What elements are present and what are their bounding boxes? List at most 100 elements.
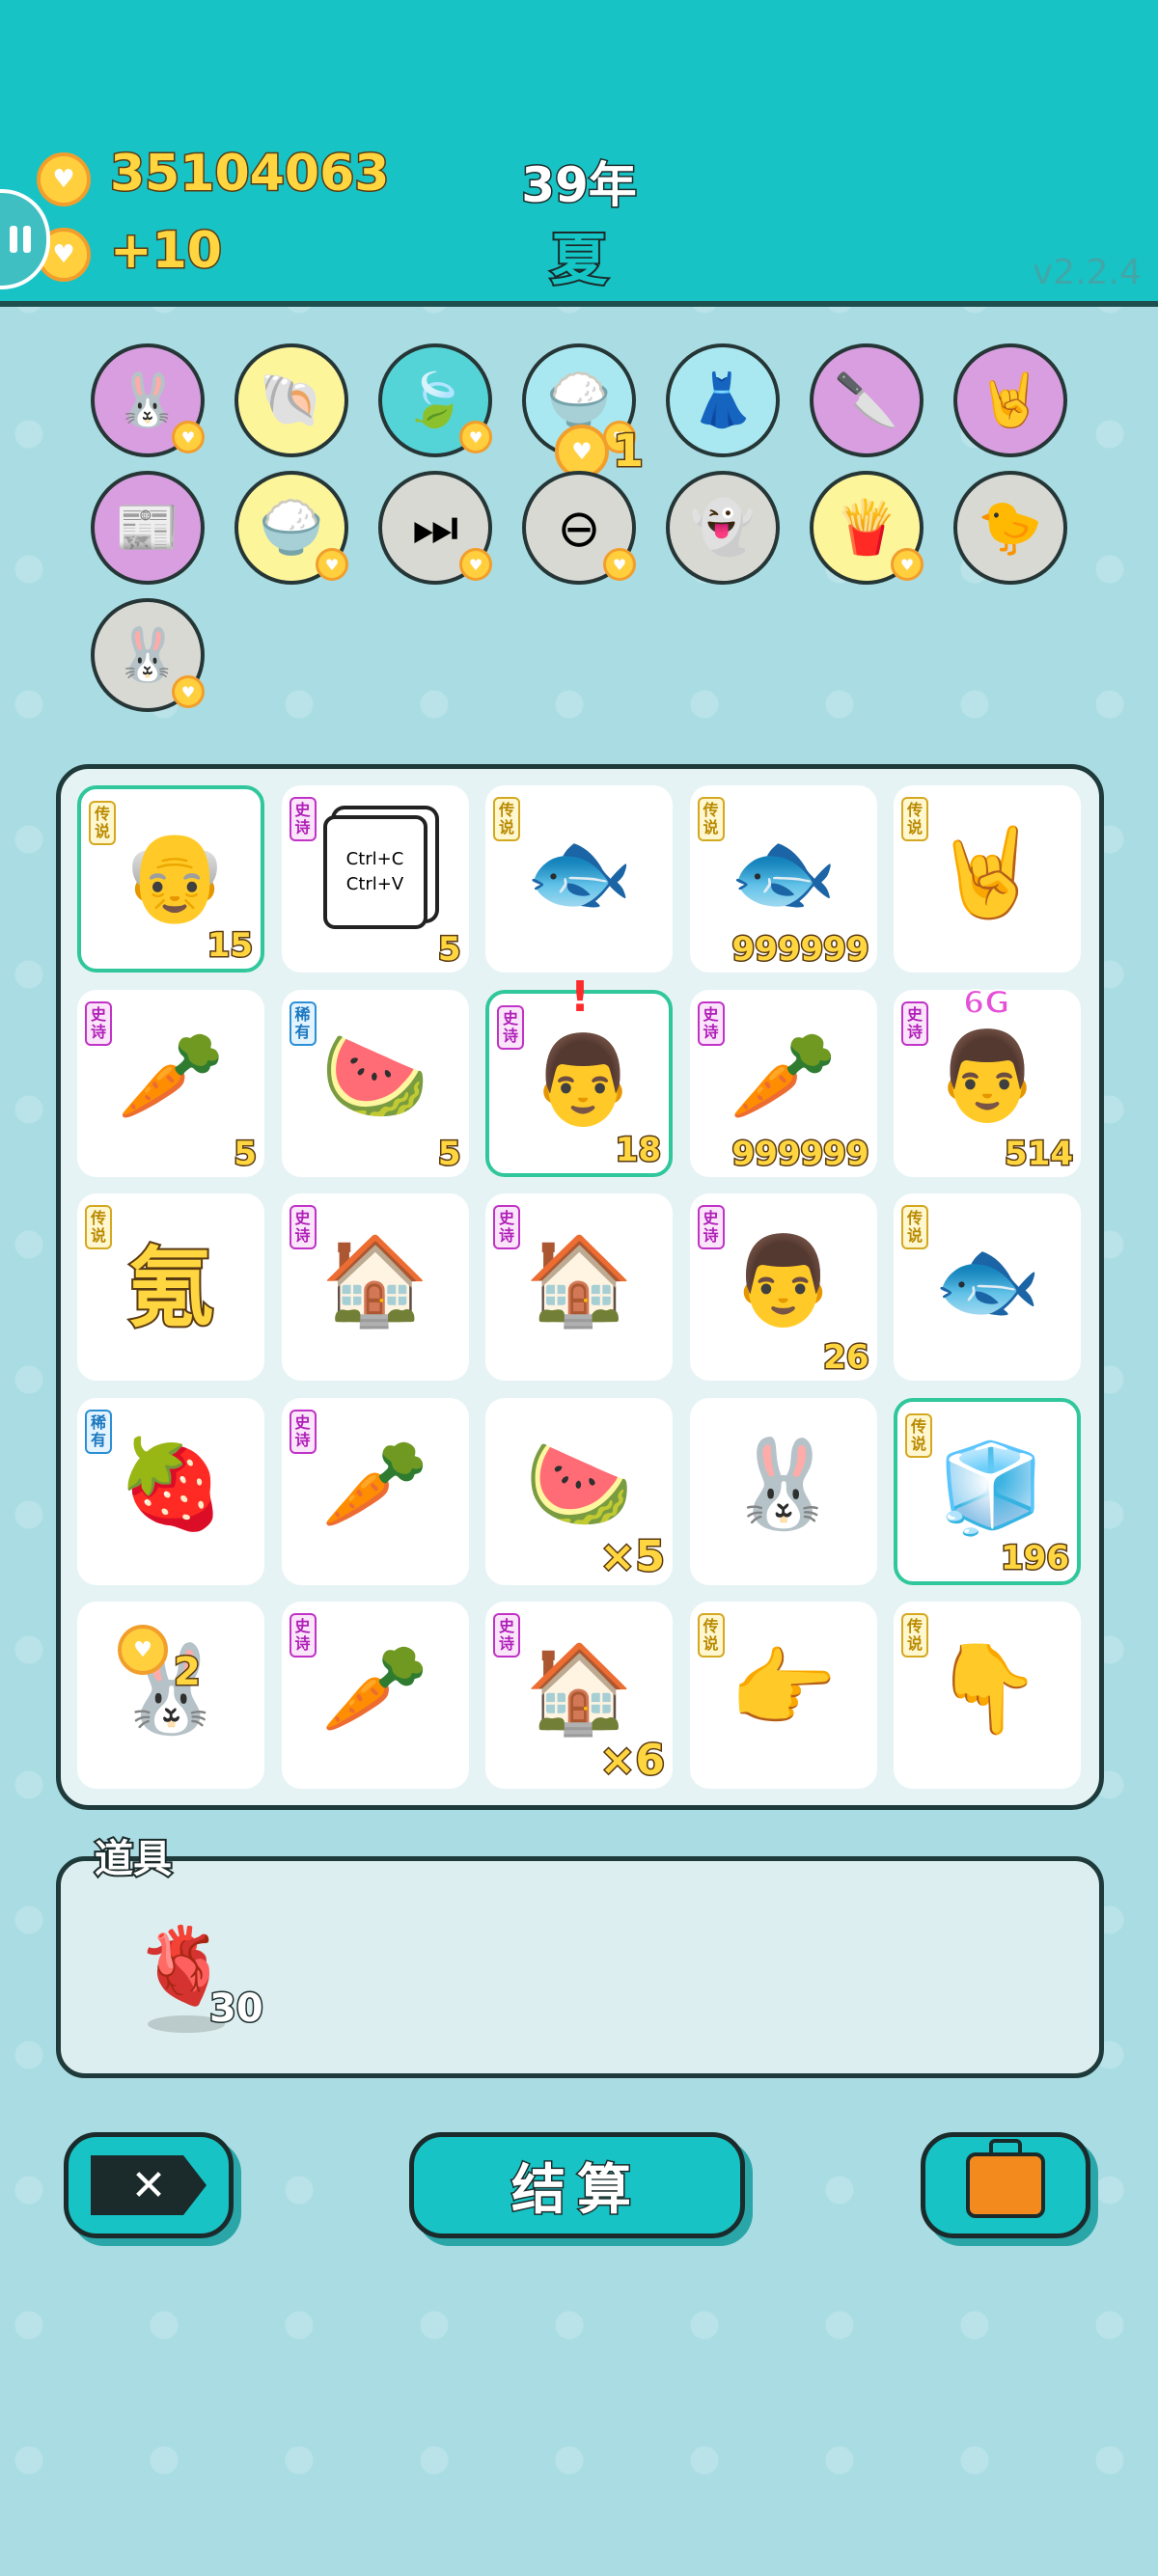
item-count: 30 (208, 1986, 265, 2033)
cell-count: 5 (233, 1133, 259, 1174)
leaf-icon[interactable]: 🍃 ♥ (378, 343, 492, 457)
settle-button[interactable]: 结算 (409, 2132, 745, 2238)
board-cell[interactable]: 👉 传说 (689, 1602, 877, 1789)
rarity-tag: 史诗 (85, 1000, 112, 1046)
briefcase-icon (966, 2139, 1045, 2218)
ghost-icon[interactable]: 👻 (666, 471, 780, 585)
minus-icon[interactable]: ⊖ ♥ (522, 471, 636, 585)
heart-badge-icon: ♥ (459, 421, 492, 453)
rarity-tag: 传说 (901, 1205, 928, 1249)
settle-label: 结算 (510, 2157, 643, 2223)
cell-count: 999999 (731, 929, 870, 971)
cell-count: 196 (1000, 1537, 1071, 1578)
board-cell[interactable]: 🐟 传说 999999 (689, 785, 877, 973)
cell-count: 5 (436, 1133, 462, 1174)
rarity-tag: 传说 (493, 797, 520, 841)
time-magazine-icon[interactable]: 📰 (91, 471, 205, 585)
board-cell[interactable]: 🐰 ♥ 2 (77, 1602, 264, 1789)
rarity-tag: 传说 (901, 1613, 928, 1658)
version-label: v2.2.4 (1033, 253, 1142, 292)
items-panel: 🫀 30 (56, 1856, 1104, 2078)
relic-glyph: 🔪 (834, 370, 899, 430)
relic-glyph: 🐰 (115, 370, 180, 430)
relic-glyph: 🍚 (546, 370, 612, 430)
board-cell[interactable]: 🧊 传说 196 (894, 1397, 1081, 1585)
fries-icon[interactable]: 🍟 ♥ (810, 471, 924, 585)
rarity-tag: 史诗 (493, 1613, 520, 1658)
cell-count: 514 (1004, 1133, 1075, 1174)
rarity-tag: 史诗 (289, 1613, 317, 1658)
year-label: 39年 (520, 156, 639, 215)
board-cell[interactable]: 氪传说 (77, 1193, 264, 1381)
board-cell[interactable]: 👨 史诗 26 (689, 1193, 877, 1381)
cell-count: 5 (436, 929, 462, 971)
rarity-tag: 传说 (905, 1412, 932, 1458)
top-label: 6G (962, 983, 1011, 1022)
board-cell[interactable]: 👴 传说 15 (77, 785, 264, 973)
board-cell[interactable]: 🍉 稀有 5 (281, 989, 469, 1177)
rice-bowl-icon[interactable]: 🍚 ♥ ♥ 1 (522, 343, 646, 479)
cell-count: 18 (614, 1129, 662, 1170)
board-cell[interactable]: 🍉 ×5 (485, 1397, 673, 1585)
coin-total: 35104063 (108, 144, 390, 205)
rarity-tag: 传说 (85, 1205, 112, 1249)
board-cell[interactable]: 🐟 传说 (894, 1193, 1081, 1381)
cell-count: 26 (822, 1337, 870, 1379)
board-cell[interactable]: 🥕 史诗 (281, 1397, 469, 1585)
cell-count: 15 (206, 925, 254, 967)
rarity-tag: 传说 (697, 1613, 725, 1658)
remove-button[interactable]: ✕ (64, 2132, 234, 2238)
board-cell[interactable]: 🥕 史诗 5 (77, 989, 264, 1177)
board-cell[interactable]: 🐟 传说 (485, 785, 673, 973)
shell-icon[interactable]: 🐚 (234, 343, 348, 457)
backpack-button[interactable] (921, 2132, 1090, 2238)
relic-glyph: ⊖ (557, 497, 601, 559)
rabbit-icon: 🐰 (729, 1434, 838, 1535)
relic-glyph: 🍟 (834, 497, 899, 558)
cell-count: ×6 (598, 1735, 667, 1787)
heart-badge-icon: ♥ (603, 548, 636, 581)
rice-bowl-icon[interactable]: 🍚 ♥ (234, 471, 348, 585)
board-cell[interactable]: 🤘 传说 (894, 785, 1081, 973)
cell-count: 999999 (731, 1133, 870, 1174)
rarity-tag: 史诗 (289, 1409, 317, 1454)
board-cell[interactable]: 🥕 史诗 (281, 1602, 469, 1789)
relic-glyph: 📰 (115, 497, 180, 558)
rarity-tag: 传说 (697, 797, 725, 841)
pause-button[interactable] (0, 189, 50, 289)
relic-glyph: 👻 (690, 497, 756, 558)
relic-glyph: ⏭ (411, 497, 459, 558)
skirt-icon[interactable]: 👗 (666, 343, 780, 457)
board-cell[interactable]: 🏠 史诗 ×6 (485, 1602, 673, 1789)
cleaver-icon[interactable]: 🔪 (810, 343, 924, 457)
relic-glyph: 🤘 (978, 370, 1043, 430)
board-cell[interactable]: 🥕 史诗 999999 (689, 989, 877, 1177)
board-cell[interactable]: 👨 史诗 18! (485, 973, 673, 1177)
heart-badge-icon: ♥ (459, 548, 492, 581)
rock-hand-icon[interactable]: 🤘 (953, 343, 1067, 457)
board-cell[interactable]: Ctrl+C Ctrl+V 史诗 5 (281, 785, 469, 973)
rarity-tag: 史诗 (697, 1000, 725, 1046)
skip-icon[interactable]: ⏭ ♥ (378, 471, 492, 585)
heart-badge-icon: ♥ (891, 548, 924, 581)
board-cell[interactable]: 🏠 史诗 (485, 1193, 673, 1381)
relic-glyph: 👗 (690, 370, 756, 430)
top-bar: ♥ 35104063 ♥ +10 39年 夏 v2.2.4 (0, 0, 1158, 307)
alert-mark: ! (570, 972, 591, 1022)
board-cell[interactable]: 🐰 (689, 1397, 877, 1585)
heart-badge-icon: ♥ (316, 548, 348, 581)
season-label: 夏 (549, 225, 609, 294)
board-cell[interactable]: 👇 传说 (894, 1602, 1081, 1789)
rabbit-icon[interactable]: 🐰 ♥ (91, 343, 205, 457)
rabbit-icon[interactable]: 🐰 ♥ (91, 598, 205, 712)
relic-glyph: 🍃 (402, 370, 468, 430)
board-cell[interactable]: 🍓 稀有 (77, 1397, 264, 1585)
board-cell[interactable]: 🏠 史诗 (281, 1193, 469, 1381)
chick-egg-icon[interactable]: 🐤 (953, 471, 1067, 585)
coin-bonus-count: 2 (173, 1649, 203, 1696)
rarity-tag: 稀有 (289, 1000, 317, 1046)
board-cell[interactable]: 👨 史诗 514 6G (894, 983, 1081, 1177)
coin-delta: +10 (109, 221, 224, 282)
rarity-tag: 传说 (901, 797, 928, 841)
relic-glyph: 🐰 (115, 624, 180, 685)
